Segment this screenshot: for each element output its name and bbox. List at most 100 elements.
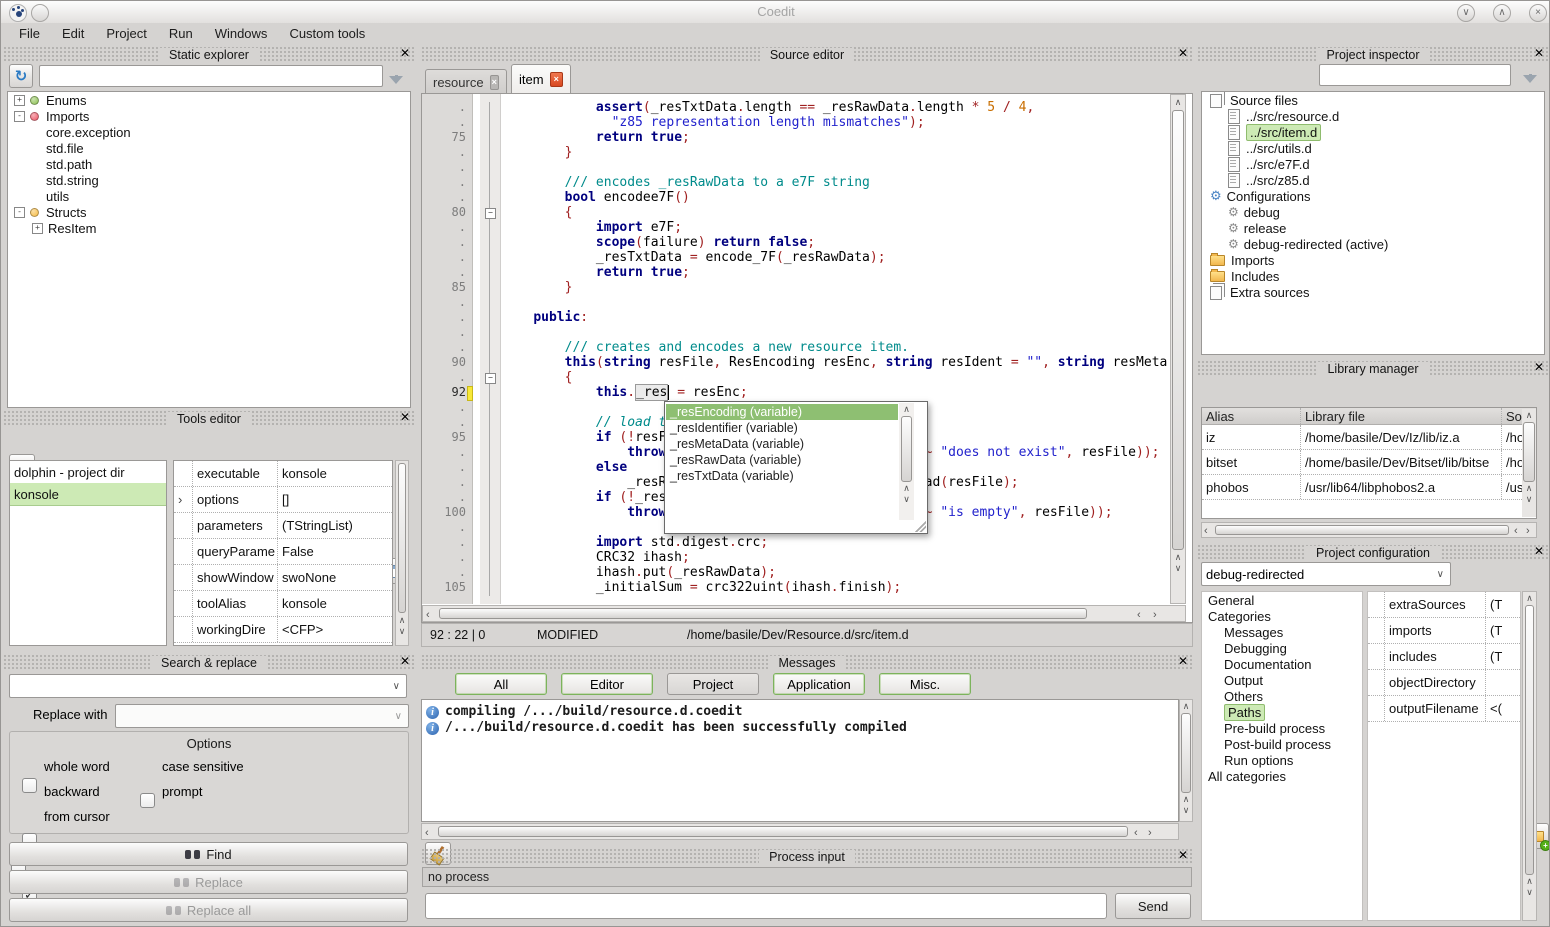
expander-icon[interactable]: - xyxy=(14,207,25,218)
property-row-options[interactable]: ›options[] xyxy=(174,487,392,513)
filter-button-all[interactable]: All xyxy=(455,673,547,695)
gutter-line-number[interactable]: . xyxy=(422,370,466,385)
library-vscrollbar[interactable]: ∧∧∨ xyxy=(1522,409,1536,517)
tab-item[interactable]: item× xyxy=(511,64,571,94)
tree-item-resitem[interactable]: +ResItem xyxy=(8,220,410,236)
property-row-toolalias[interactable]: toolAliaskonsole xyxy=(174,591,392,617)
replace-all-button[interactable]: Replace all xyxy=(9,898,408,922)
search-combobox[interactable]: ∨ xyxy=(9,674,407,698)
tools-grid-scrollbar[interactable]: ∧∨ xyxy=(395,460,409,646)
property-row-queryparame[interactable]: queryParameFalse xyxy=(174,539,392,565)
category-paths[interactable]: Paths xyxy=(1202,704,1362,720)
property-value[interactable]: <( xyxy=(1486,701,1506,716)
gutter-line-number[interactable]: 75 xyxy=(422,130,466,145)
static-explorer-close-icon[interactable]: ✕ xyxy=(400,46,410,61)
config-vscrollbar[interactable]: ∧∧∨ xyxy=(1522,591,1537,921)
inspector-item-imports[interactable]: Imports xyxy=(1202,252,1544,268)
static-explorer-clear-filter-icon[interactable] xyxy=(389,68,403,84)
gutter-line-number[interactable]: . xyxy=(422,475,466,490)
property-value[interactable]: False xyxy=(278,544,386,559)
gutter-line-number[interactable]: . xyxy=(422,235,466,250)
expander-icon[interactable]: + xyxy=(14,95,25,106)
property-row-showwindow[interactable]: showWindowswoNone xyxy=(174,565,392,591)
property-value[interactable]: swoNone xyxy=(278,570,386,585)
messages-close-icon[interactable]: ✕ xyxy=(1178,654,1188,669)
config-property-includes[interactable]: includes(T xyxy=(1368,644,1520,670)
column-header-alias[interactable]: Alias xyxy=(1202,409,1300,424)
filter-button-application[interactable]: Application xyxy=(773,673,865,695)
menu-windows[interactable]: Windows xyxy=(205,25,278,42)
library-row-phobos[interactable]: phobos/usr/lib64/libphobos2.a/us xyxy=(1202,475,1536,500)
tree-item-core-exception[interactable]: core.exception xyxy=(8,124,410,140)
gutter-line-number[interactable]: 95 xyxy=(422,430,466,445)
gutter-line-number[interactable]: . xyxy=(422,400,466,415)
gutter-line-number[interactable]: . xyxy=(422,100,466,115)
completion-scrollbar[interactable]: ∧ ∧∨ xyxy=(899,403,914,520)
completion-item[interactable]: _resRawData (variable) xyxy=(666,452,898,468)
completion-item[interactable]: _resIdentifier (variable) xyxy=(666,420,898,436)
gutter-line-number[interactable]: 100 xyxy=(422,505,466,520)
app-icon[interactable] xyxy=(9,4,27,22)
property-row-parameters[interactable]: parameters(TStringList) xyxy=(174,513,392,539)
window-menu-button[interactable] xyxy=(31,4,49,22)
maximize-button[interactable]: ∧ xyxy=(1493,4,1511,22)
editor-hscrollbar[interactable]: ‹ ‹ › xyxy=(422,605,1186,622)
gutter-line-number[interactable]: 105 xyxy=(422,580,466,595)
gutter-line-number[interactable]: . xyxy=(422,490,466,505)
gutter-line-number[interactable]: . xyxy=(422,445,466,460)
tree-item-std-string[interactable]: std.string xyxy=(8,172,410,188)
property-value[interactable]: (T xyxy=(1486,597,1506,612)
gutter-line-number[interactable]: . xyxy=(422,250,466,265)
tree-item-utils[interactable]: utils xyxy=(8,188,410,204)
gutter-line-number[interactable]: . xyxy=(422,565,466,580)
gutter-line-number[interactable]: . xyxy=(422,325,466,340)
library-manager-close-icon[interactable]: ✕ xyxy=(1534,360,1544,375)
gutter-line-number[interactable]: . xyxy=(422,265,466,280)
expander-icon[interactable]: + xyxy=(32,223,43,234)
category-general[interactable]: General xyxy=(1202,592,1362,608)
find-button[interactable]: Find xyxy=(9,842,408,866)
gutter-line-number[interactable]: . xyxy=(422,220,466,235)
property-expander[interactable]: › xyxy=(174,492,192,507)
library-row-bitset[interactable]: bitset/home/basile/Dev/Bitset/lib/bitse/… xyxy=(1202,450,1536,475)
gutter-line-number[interactable]: . xyxy=(422,295,466,310)
messages-hscrollbar[interactable]: ‹ ‹ › xyxy=(421,823,1179,840)
gutter-line-number[interactable]: 85 xyxy=(422,280,466,295)
search-replace-close-icon[interactable]: ✕ xyxy=(400,654,410,669)
filter-button-misc[interactable]: Misc. xyxy=(879,673,971,695)
gutter-line-number[interactable]: . xyxy=(422,550,466,565)
filter-button-project[interactable]: Project xyxy=(667,673,759,695)
tree-item-std-file[interactable]: std.file xyxy=(8,140,410,156)
replace-button[interactable]: Replace xyxy=(9,870,408,894)
project-config-close-icon[interactable]: ✕ xyxy=(1534,544,1544,559)
resize-grip[interactable] xyxy=(915,521,926,532)
gutter-line-number[interactable]: . xyxy=(422,535,466,550)
inspector-item-src-e7f-d[interactable]: ../src/e7F.d xyxy=(1202,156,1544,172)
messages-vscrollbar[interactable]: ∧∧∨ xyxy=(1179,699,1193,822)
property-value[interactable]: konsole xyxy=(278,466,386,481)
category-output[interactable]: Output xyxy=(1202,672,1362,688)
tree-item-structs[interactable]: -Structs xyxy=(8,204,410,220)
property-value[interactable]: (TStringList) xyxy=(278,518,386,533)
gutter-line-number[interactable]: . xyxy=(422,175,466,190)
menu-project[interactable]: Project xyxy=(96,25,156,42)
completion-item[interactable]: _resEncoding (variable) xyxy=(666,404,898,420)
category-messages[interactable]: Messages xyxy=(1202,624,1362,640)
fold-collapse-icon[interactable]: − xyxy=(485,373,496,384)
config-selector[interactable]: debug-redirected∨ xyxy=(1201,562,1451,586)
minimize-button[interactable]: ∨ xyxy=(1457,4,1475,22)
menu-edit[interactable]: Edit xyxy=(52,25,94,42)
process-input-close-icon[interactable]: ✕ xyxy=(1178,848,1188,863)
inspector-item-src-z85-d[interactable]: ../src/z85.d xyxy=(1202,172,1544,188)
category-documentation[interactable]: Documentation xyxy=(1202,656,1362,672)
category-categories[interactable]: Categories xyxy=(1202,608,1362,624)
category-run-options[interactable]: Run options xyxy=(1202,752,1362,768)
gutter-line-number[interactable]: 80 xyxy=(422,205,466,220)
inspector-item-src-item-d[interactable]: ../src/item.d xyxy=(1202,124,1544,140)
config-property-outputfilename[interactable]: outputFilename<( xyxy=(1368,696,1520,722)
category-pre-build-process[interactable]: Pre-build process xyxy=(1202,720,1362,736)
inspector-item-debug-redirected-active[interactable]: ⚙debug-redirected (active) xyxy=(1202,236,1544,252)
inspector-item-src-utils-d[interactable]: ../src/utils.d xyxy=(1202,140,1544,156)
config-property-imports[interactable]: imports(T xyxy=(1368,618,1520,644)
send-button[interactable]: Send xyxy=(1115,893,1191,919)
